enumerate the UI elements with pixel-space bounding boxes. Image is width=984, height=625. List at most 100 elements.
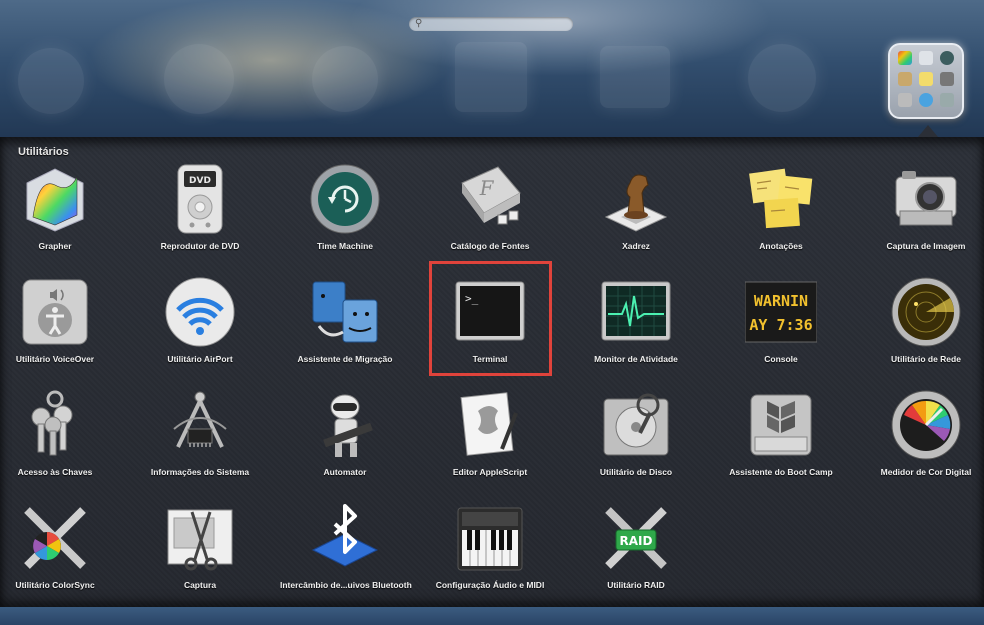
search-icon: ⚲	[415, 18, 423, 29]
activity-monitor-icon	[601, 281, 671, 341]
app-label: Assistente do Boot Camp	[729, 467, 833, 477]
launchpad-background-bottom	[0, 607, 984, 625]
app-label: Acesso às Chaves	[17, 467, 93, 477]
colorsync-icon	[24, 507, 86, 569]
keychain-icon	[31, 390, 73, 456]
mini-app-icon	[919, 51, 933, 65]
time-machine-icon	[310, 164, 380, 234]
mini-app-icon	[898, 93, 912, 107]
svg-text:DVD: DVD	[189, 176, 211, 186]
migration-assistant-icon	[312, 281, 378, 343]
app-disk-utility[interactable]: Utilitário de Disco	[571, 389, 701, 493]
app-stickies[interactable]: Anotações	[716, 163, 846, 267]
app-label: Anotações	[759, 241, 803, 251]
disk-utility-icon	[603, 393, 669, 456]
app-label: Editor AppleScript	[452, 467, 528, 477]
applescript-icon	[460, 392, 518, 456]
app-label: Utilitário AirPort	[167, 354, 233, 364]
utilities-folder-panel: Utilitários Grapher DVD Reprodutor de DV…	[0, 137, 984, 607]
mini-app-icon	[919, 72, 933, 86]
blurred-app-icon	[748, 44, 816, 112]
mini-app-icon	[898, 72, 912, 86]
app-label: Assistente de Migração	[297, 354, 393, 364]
app-audio-midi-setup[interactable]: Configuração Áudio e MIDI	[425, 502, 555, 606]
network-utility-icon	[891, 277, 961, 347]
mini-app-icon	[898, 51, 912, 65]
app-grapher[interactable]: Grapher	[0, 163, 120, 267]
app-label: Grapher	[38, 241, 72, 251]
blurred-app-icon	[164, 44, 234, 114]
search-field[interactable]: ⚲	[409, 17, 573, 31]
raid-utility-icon: RAID	[605, 507, 667, 569]
blurred-app-icon	[312, 46, 378, 112]
folder-title[interactable]: Utilitários	[18, 146, 69, 158]
app-label: Monitor de Atividade	[594, 354, 678, 364]
app-boot-camp-assistant[interactable]: Assistente do Boot Camp	[716, 389, 846, 493]
app-system-information[interactable]: Informações do Sistema	[135, 389, 265, 493]
app-applescript-editor[interactable]: Editor AppleScript	[425, 389, 555, 493]
mini-app-icon	[940, 72, 954, 86]
automator-icon	[323, 394, 373, 457]
app-label: Captura	[183, 580, 217, 590]
folder-pointer	[918, 125, 938, 137]
app-label: Configuração Áudio e MIDI	[435, 580, 545, 590]
app-label: Time Machine	[316, 241, 374, 251]
app-digital-color-meter[interactable]: Medidor de Cor Digital	[861, 389, 984, 493]
blurred-app-icon	[455, 42, 527, 112]
app-automator[interactable]: Automator	[280, 389, 410, 493]
app-label: Medidor de Cor Digital	[880, 467, 972, 477]
app-label: Utilitário de Disco	[599, 467, 673, 477]
app-dvd-player[interactable]: DVD Reprodutor de DVD	[135, 163, 265, 267]
blurred-app-icon	[18, 48, 84, 114]
app-label: Intercâmbio de...uivos Bluetooth	[280, 580, 412, 590]
image-capture-icon	[895, 171, 957, 226]
bluetooth-icon	[311, 504, 379, 567]
stickies-icon	[749, 168, 813, 229]
app-keychain-access[interactable]: Acesso às Chaves	[0, 389, 120, 493]
app-label: Console	[764, 354, 798, 364]
audio-midi-icon	[457, 507, 523, 571]
app-voiceover-utility[interactable]: Utilitário VoiceOver	[0, 276, 120, 380]
color-meter-icon	[891, 390, 961, 460]
blurred-app-icon	[600, 46, 670, 108]
grab-icon	[167, 509, 233, 571]
font-book-icon: F	[461, 166, 521, 225]
app-image-capture[interactable]: Captura de Imagem	[861, 163, 984, 267]
chess-icon	[604, 174, 668, 232]
mini-app-icon	[940, 93, 954, 107]
app-label: Reprodutor de DVD	[160, 241, 240, 251]
app-activity-monitor[interactable]: Monitor de Atividade	[571, 276, 701, 380]
app-chess[interactable]: Xadrez	[571, 163, 701, 267]
app-label: Utilitário ColorSync	[15, 580, 95, 590]
app-label: Utilitário de Rede	[891, 354, 961, 364]
app-grab[interactable]: Captura	[135, 502, 265, 606]
terminal-highlight-box	[429, 261, 552, 376]
app-raid-utility[interactable]: RAID Utilitário RAID	[571, 502, 701, 606]
app-label: Automator	[323, 467, 367, 477]
app-network-utility[interactable]: Utilitário de Rede	[861, 276, 984, 380]
app-airport-utility[interactable]: Utilitário AirPort	[135, 276, 265, 380]
voiceover-icon	[22, 279, 88, 345]
app-console[interactable]: WARNIN AY 7:36 Console	[716, 276, 846, 380]
app-label: Captura de Imagem	[886, 241, 966, 251]
app-label: Utilitário RAID	[607, 580, 665, 590]
app-migration-assistant[interactable]: Assistente de Migração	[280, 276, 410, 380]
mini-app-icon	[919, 93, 933, 107]
grapher-icon	[26, 168, 84, 232]
boot-camp-icon	[750, 394, 812, 456]
app-time-machine[interactable]: Time Machine	[280, 163, 410, 267]
app-label: Informações do Sistema	[150, 467, 250, 477]
utilities-folder-icon[interactable]	[888, 43, 964, 119]
dvd-player-icon: DVD	[177, 164, 223, 234]
app-colorsync-utility[interactable]: Utilitário ColorSync	[0, 502, 120, 606]
app-bluetooth-file-exchange[interactable]: Intercâmbio de...uivos Bluetooth	[280, 502, 412, 606]
app-label: Catálogo de Fontes	[450, 241, 530, 251]
airport-icon	[165, 277, 235, 347]
svg-text:WARNIN: WARNIN	[754, 292, 808, 310]
svg-text:RAID: RAID	[620, 534, 653, 548]
mini-app-icon	[940, 51, 954, 65]
svg-text:AY 7:36: AY 7:36	[749, 316, 812, 334]
app-font-book[interactable]: F Catálogo de Fontes	[425, 163, 555, 267]
system-information-icon	[173, 391, 227, 448]
search-input[interactable]	[427, 17, 567, 31]
